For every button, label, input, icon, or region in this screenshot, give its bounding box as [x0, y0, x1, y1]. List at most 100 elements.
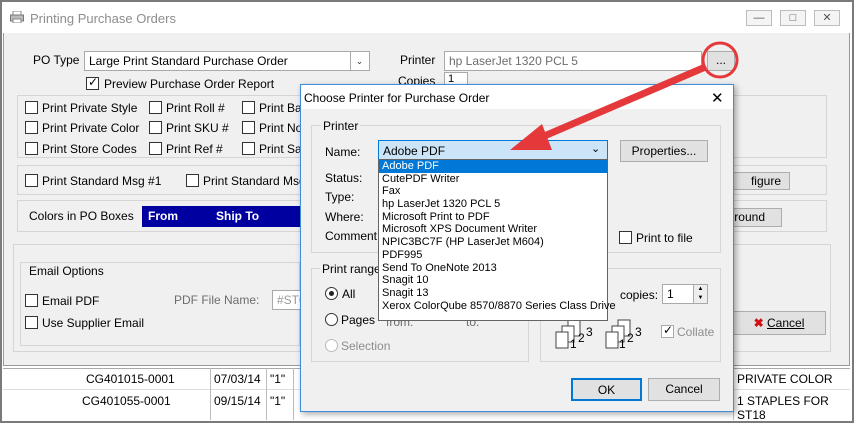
grid-cell-desc[interactable]: 1 STAPLES FOR ST18 — [737, 394, 854, 422]
range-all-label: All — [342, 287, 356, 301]
dialog-cancel-button[interactable]: Cancel — [648, 378, 720, 401]
grid-cell-date[interactable]: 09/15/14 — [214, 394, 261, 408]
printer-dropdown-list[interactable]: Adobe PDF CutePDF Writer Fax hp LaserJet… — [378, 159, 616, 321]
dialog-where-label: Where: — [325, 210, 364, 224]
email-pdf-checkbox[interactable] — [25, 294, 38, 307]
svg-text:3: 3 — [586, 325, 593, 339]
collated-pages-icon: 3 2 1 — [605, 319, 642, 351]
dialog-properties-button[interactable]: Properties... — [620, 140, 708, 162]
print-standard-msg1-checkbox[interactable] — [25, 174, 38, 187]
chevron-down-icon: ⌄ — [591, 143, 601, 155]
minimize-button[interactable]: — — [746, 10, 772, 26]
printer-option[interactable]: Xerox ColorQube 8570/8870 Series Class D… — [379, 300, 616, 313]
range-all-radio[interactable] — [325, 287, 338, 300]
grid-cell-date[interactable]: 07/03/14 — [214, 372, 261, 386]
printer-option[interactable]: PDF995 — [379, 249, 607, 262]
dialog-copies-label: copies: — [620, 288, 659, 302]
dialog-title: Choose Printer for Purchase Order — [304, 91, 490, 105]
print-sku-checkbox[interactable] — [149, 121, 162, 134]
printer-option[interactable]: Microsoft Print to PDF — [379, 211, 607, 224]
print-private-style-checkbox[interactable] — [25, 101, 38, 114]
grid-cell-desc[interactable]: PRIVATE COLOR — [737, 372, 833, 386]
svg-text:1: 1 — [570, 337, 577, 351]
use-supplier-email-label: Use Supplier Email — [42, 316, 145, 330]
from-color-label: From — [148, 209, 178, 223]
grid-col-line — [266, 368, 267, 420]
range-pages-radio[interactable] — [325, 313, 338, 326]
window-title: Printing Purchase Orders — [30, 11, 176, 26]
print-ref-label: Print Ref # — [166, 142, 223, 156]
dialog-close-icon[interactable]: ✕ — [711, 89, 724, 107]
printer-option[interactable]: Microsoft XPS Document Writer — [379, 223, 607, 236]
dialog-printer-select[interactable]: Adobe PDF ⌄ — [378, 140, 608, 161]
po-type-select[interactable]: Large Print Standard Purchase Order — [84, 51, 370, 71]
print-no-checkbox[interactable] — [242, 121, 255, 134]
print-no-label: Print No — [259, 121, 303, 135]
printer-option[interactable]: hp LaserJet 1320 PCL 5 — [379, 198, 607, 211]
grid-cell-po[interactable]: CG401055-0001 — [82, 394, 171, 408]
printer-option[interactable]: Snagit 13 — [379, 287, 607, 300]
maximize-button[interactable]: □ — [780, 10, 806, 26]
dialog-type-label: Type: — [325, 190, 355, 204]
range-pages-label: Pages — [341, 313, 376, 327]
close-window-button[interactable]: ✕ — [814, 10, 840, 26]
browse-printer-button[interactable]: ... — [707, 51, 735, 71]
print-standard-msg2-label: Print Standard Msg — [203, 174, 306, 188]
svg-text:1: 1 — [619, 337, 626, 351]
print-roll-checkbox[interactable] — [149, 101, 162, 114]
grid-cell-qty[interactable]: "1" — [270, 372, 285, 386]
print-sku-label: Print SKU # — [166, 121, 229, 135]
shipto-color-label: Ship To — [216, 209, 260, 223]
dialog-printer-group-label: Printer — [321, 119, 361, 133]
email-pdf-label: Email PDF — [42, 294, 100, 308]
printer-option[interactable]: Fax — [379, 185, 607, 198]
po-type-value: Large Print Standard Purchase Order — [89, 54, 288, 68]
print-sa-label: Print Sa — [259, 142, 302, 156]
printer-option[interactable]: Adobe PDF — [379, 160, 607, 173]
collate-label: Collate — [677, 325, 715, 339]
email-options-title: Email Options — [29, 264, 104, 278]
print-to-file-checkbox[interactable] — [619, 231, 632, 244]
range-selection-radio[interactable] — [325, 339, 338, 352]
svg-text:2: 2 — [578, 331, 585, 345]
printer-label: Printer — [400, 53, 436, 67]
svg-text:2: 2 — [627, 331, 634, 345]
print-sa-checkbox[interactable] — [242, 142, 255, 155]
printer-option[interactable]: NPIC3BC7F (HP LaserJet M604) — [379, 236, 607, 249]
print-to-file-label: Print to file — [636, 231, 693, 245]
spinner-arrows-icon[interactable]: ▲ ▼ — [693, 285, 707, 303]
print-private-color-checkbox[interactable] — [25, 121, 38, 134]
main-cancel-label: Cancel — [767, 316, 805, 330]
main-cancel-button[interactable]: ✖ Cancel — [732, 311, 826, 335]
po-type-label: PO Type — [33, 53, 80, 67]
maximize-icon: □ — [789, 12, 797, 24]
printer-value: hp LaserJet 1320 PCL 5 — [449, 54, 578, 68]
svg-text:3: 3 — [635, 325, 642, 339]
collate-checkbox[interactable] — [661, 323, 674, 338]
pdf-file-name-input[interactable]: #ST0 — [272, 290, 302, 310]
use-supplier-email-checkbox[interactable] — [25, 316, 38, 329]
grid-cell-qty[interactable]: "1" — [270, 394, 285, 408]
printer-option[interactable]: CutePDF Writer — [379, 173, 607, 186]
print-store-codes-checkbox[interactable] — [25, 142, 38, 155]
preview-report-label: Preview Purchase Order Report — [104, 77, 275, 91]
print-roll-label: Print Roll # — [166, 101, 225, 115]
colors-label: Colors in PO Boxes — [29, 209, 134, 223]
print-ref-checkbox[interactable] — [149, 142, 162, 155]
printer-option[interactable]: Send To OneNote 2013 — [379, 262, 607, 275]
printer-app-icon — [10, 11, 24, 23]
print-standard-msg2-checkbox[interactable] — [186, 174, 199, 187]
dialog-copies-input[interactable]: 1 ▲ ▼ — [662, 284, 708, 304]
dialog-ok-button[interactable]: OK — [571, 378, 642, 401]
preview-report-checkbox[interactable] — [86, 75, 99, 90]
printer-field: hp LaserJet 1320 PCL 5 — [444, 51, 702, 71]
dialog-printer-selected: Adobe PDF — [383, 144, 446, 158]
print-store-codes-label: Print Store Codes — [42, 142, 137, 156]
print-private-color-label: Print Private Color — [42, 121, 140, 135]
grid-cell-po[interactable]: CG401015-0001 — [86, 372, 175, 386]
chevron-down-icon[interactable]: ⌄ — [350, 52, 368, 70]
minimize-icon: — — [753, 12, 765, 24]
printer-option[interactable]: Snagit 10 — [379, 274, 607, 287]
print-ba-checkbox[interactable] — [242, 101, 255, 114]
close-icon: ✕ — [822, 12, 832, 24]
